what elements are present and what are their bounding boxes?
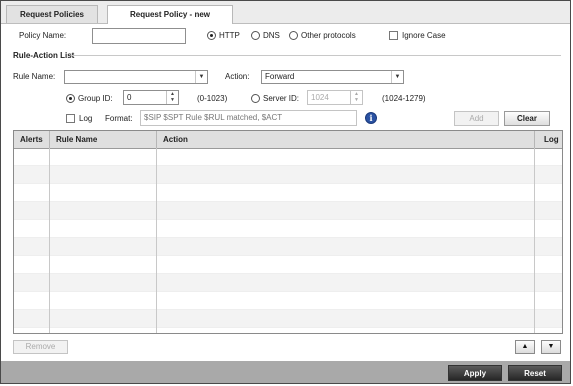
chevron-down-icon: ▼ xyxy=(195,71,207,83)
table-row xyxy=(14,256,562,274)
table-row xyxy=(14,148,562,166)
section-divider xyxy=(71,55,561,56)
move-up-button[interactable]: ▲ xyxy=(515,340,535,354)
group-id-label: Group ID: xyxy=(78,94,113,103)
server-id-range: (1024-1279) xyxy=(382,94,426,103)
server-id-value: 1024 xyxy=(311,93,329,102)
move-down-button[interactable]: ▼ xyxy=(541,340,561,354)
rule-name-label: Rule Name: xyxy=(13,72,56,81)
action-select[interactable]: Forward ▼ xyxy=(261,70,404,84)
tab-request-policy-new[interactable]: Request Policy - new xyxy=(107,5,233,24)
protocol-http-label: HTTP xyxy=(219,31,240,40)
tab-request-policies[interactable]: Request Policies xyxy=(6,5,98,23)
ignore-case-checkbox[interactable] xyxy=(389,31,398,40)
server-id-spinner[interactable]: ▲ ▼ xyxy=(350,91,362,104)
column-header-action[interactable]: Action xyxy=(157,131,535,148)
table-row xyxy=(14,202,562,220)
arrow-down-icon: ▼ xyxy=(547,343,555,350)
tab-bar: Request Policies Request Policy - new xyxy=(1,1,570,24)
format-input[interactable]: $SIP $SPT Rule $RUL matched, $ACT xyxy=(140,110,357,126)
column-header-rule-name[interactable]: Rule Name xyxy=(50,131,157,148)
column-divider xyxy=(156,148,157,333)
policy-name-input[interactable] xyxy=(92,28,186,44)
table-row xyxy=(14,274,562,292)
table-row xyxy=(14,292,562,310)
policy-name-label: Policy Name: xyxy=(19,31,67,40)
group-id-spinner[interactable]: ▲ ▼ xyxy=(166,91,178,104)
reset-button[interactable]: Reset xyxy=(508,365,562,381)
group-id-value: 0 xyxy=(127,93,132,102)
table-row xyxy=(14,184,562,202)
ignore-case-label: Ignore Case xyxy=(402,31,446,40)
spin-down-icon[interactable]: ▼ xyxy=(351,97,362,103)
remove-button[interactable]: Remove xyxy=(13,340,68,354)
group-id-radio[interactable] xyxy=(66,94,75,103)
column-header-alerts[interactable]: Alerts xyxy=(14,131,50,148)
rule-action-list-title: Rule-Action List xyxy=(13,51,75,60)
clear-button[interactable]: Clear xyxy=(504,111,550,126)
protocol-other-radio[interactable] xyxy=(289,31,298,40)
rule-action-table: Alerts Rule Name Action Log xyxy=(13,130,563,334)
table-row xyxy=(14,166,562,184)
chevron-down-icon: ▼ xyxy=(391,71,403,83)
group-id-range: (0-1023) xyxy=(197,94,228,103)
table-row xyxy=(14,220,562,238)
group-id-input[interactable]: 0 ▲ ▼ xyxy=(123,90,179,105)
column-header-log[interactable]: Log xyxy=(535,131,562,148)
log-checkbox[interactable] xyxy=(66,114,75,123)
add-button[interactable]: Add xyxy=(454,111,499,126)
action-value: Forward xyxy=(265,72,295,81)
server-id-input[interactable]: 1024 ▲ ▼ xyxy=(307,90,363,105)
action-label: Action: xyxy=(225,72,250,81)
column-divider xyxy=(534,148,535,333)
server-id-radio[interactable] xyxy=(251,94,260,103)
rule-name-select[interactable]: ▼ xyxy=(64,70,208,84)
table-row xyxy=(14,238,562,256)
protocol-dns-radio[interactable] xyxy=(251,31,260,40)
table-row xyxy=(14,310,562,328)
protocol-dns-label: DNS xyxy=(263,31,280,40)
apply-button[interactable]: Apply xyxy=(448,365,502,381)
protocol-http-radio[interactable] xyxy=(207,31,216,40)
server-id-label: Server ID: xyxy=(263,94,300,103)
protocol-other-label: Other protocols xyxy=(301,31,356,40)
info-icon[interactable]: i xyxy=(365,112,377,124)
format-label: Format: xyxy=(105,114,133,123)
arrow-up-icon: ▲ xyxy=(521,343,529,350)
spin-down-icon[interactable]: ▼ xyxy=(167,97,178,103)
log-label: Log xyxy=(79,114,93,123)
column-divider xyxy=(49,148,50,333)
table-header: Alerts Rule Name Action Log xyxy=(14,131,562,149)
